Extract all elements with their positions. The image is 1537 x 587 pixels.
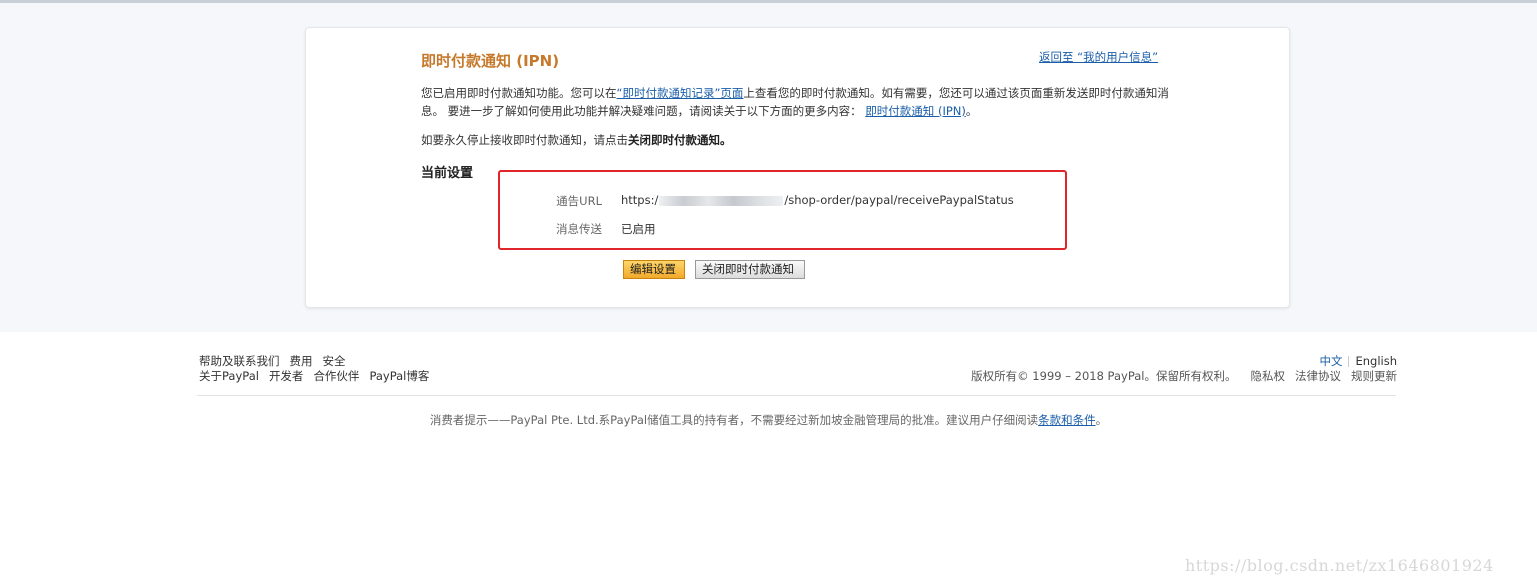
ipn-info-link[interactable]: 即时付款通知 (IPN)	[865, 104, 966, 118]
footer-link-legal[interactable]: 法律协议	[1295, 369, 1341, 383]
redacted-domain	[659, 195, 784, 206]
language-switcher: 中文 English	[1319, 353, 1397, 369]
copyright-text: 版权所有© 1999 – 2018 PayPal。保留所有权利。	[971, 369, 1237, 383]
footer-link-security[interactable]: 安全	[323, 354, 346, 368]
footer-link-developers[interactable]: 开发者	[269, 369, 304, 383]
settings-highlight-box	[498, 170, 1067, 250]
footer-link-policy-updates[interactable]: 规则更新	[1351, 369, 1397, 383]
disclaimer-text: 消费者提示——PayPal Pte. Ltd.系PayPal储值工具的持有者，不…	[429, 413, 1039, 427]
stop-bold-text: 关闭即时付款通知。	[628, 133, 732, 147]
message-delivery-value: 已启用	[621, 222, 656, 236]
footer-legal-row: 版权所有© 1999 – 2018 PayPal。保留所有权利。 隐私权 法律协议规…	[971, 368, 1397, 384]
terms-link[interactable]: 条款和条件	[1038, 413, 1096, 427]
consumer-disclaimer: 消费者提示——PayPal Pte. Ltd.系PayPal储值工具的持有者，不…	[0, 412, 1537, 428]
footer-divider	[197, 395, 1396, 396]
disclaimer-end: 。	[1095, 413, 1108, 427]
footer-link-partners[interactable]: 合作伙伴	[313, 369, 359, 383]
ipn-history-link[interactable]: “即时付款通知记录”页面	[617, 86, 744, 100]
message-delivery-label: 消息传送	[556, 222, 602, 236]
edit-settings-button[interactable]: 编辑设置	[623, 260, 685, 279]
footer-link-blog[interactable]: PayPal博客	[369, 369, 429, 383]
turn-off-ipn-button[interactable]: 关闭即时付款通知	[695, 260, 805, 279]
lang-english-link[interactable]: English	[1355, 354, 1397, 368]
url-suffix: /shop-order/paypal/receivePaypalStatus	[784, 193, 1014, 207]
footer-links-row1: 帮助及联系我们 费用 安全	[199, 353, 356, 369]
footer-link-privacy[interactable]: 隐私权	[1251, 369, 1286, 383]
notify-url-value: https:/ /shop-order/paypal/receivePaypalS…	[621, 193, 1014, 207]
notify-url-label: 通告URL	[556, 194, 602, 208]
description-end: 。	[965, 104, 978, 118]
watermark-text: https://blog.csdn.net/zx1646801924	[1185, 556, 1494, 575]
back-to-profile-link[interactable]: 返回至 “我的用户信息”	[1039, 49, 1158, 65]
footer-link-fees[interactable]: 费用	[290, 354, 313, 368]
current-settings-heading: 当前设置	[421, 166, 474, 181]
footer-links-row2: 关于PayPal 开发者 合作伙伴 PayPal博客	[199, 368, 439, 384]
ipn-description: 您已启用即时付款通知功能。您可以在“即时付款通知记录”页面上查看您的即时付款通知…	[421, 84, 1173, 120]
footer-link-about[interactable]: 关于PayPal	[199, 369, 259, 383]
stop-instructions: 如要永久停止接收即时付款通知，请点击关闭即时付款通知。	[421, 132, 732, 148]
page-title: 即时付款通知 (IPN)	[421, 52, 560, 70]
lang-separator	[1348, 356, 1350, 367]
stop-text: 如要永久停止接收即时付款通知，请点击	[421, 133, 628, 147]
lang-chinese-link[interactable]: 中文	[1319, 354, 1342, 368]
description-text-1: 您已启用即时付款通知功能。您可以在	[421, 86, 617, 100]
footer-link-help[interactable]: 帮助及联系我们	[199, 354, 280, 368]
url-prefix: https:/	[621, 193, 659, 207]
